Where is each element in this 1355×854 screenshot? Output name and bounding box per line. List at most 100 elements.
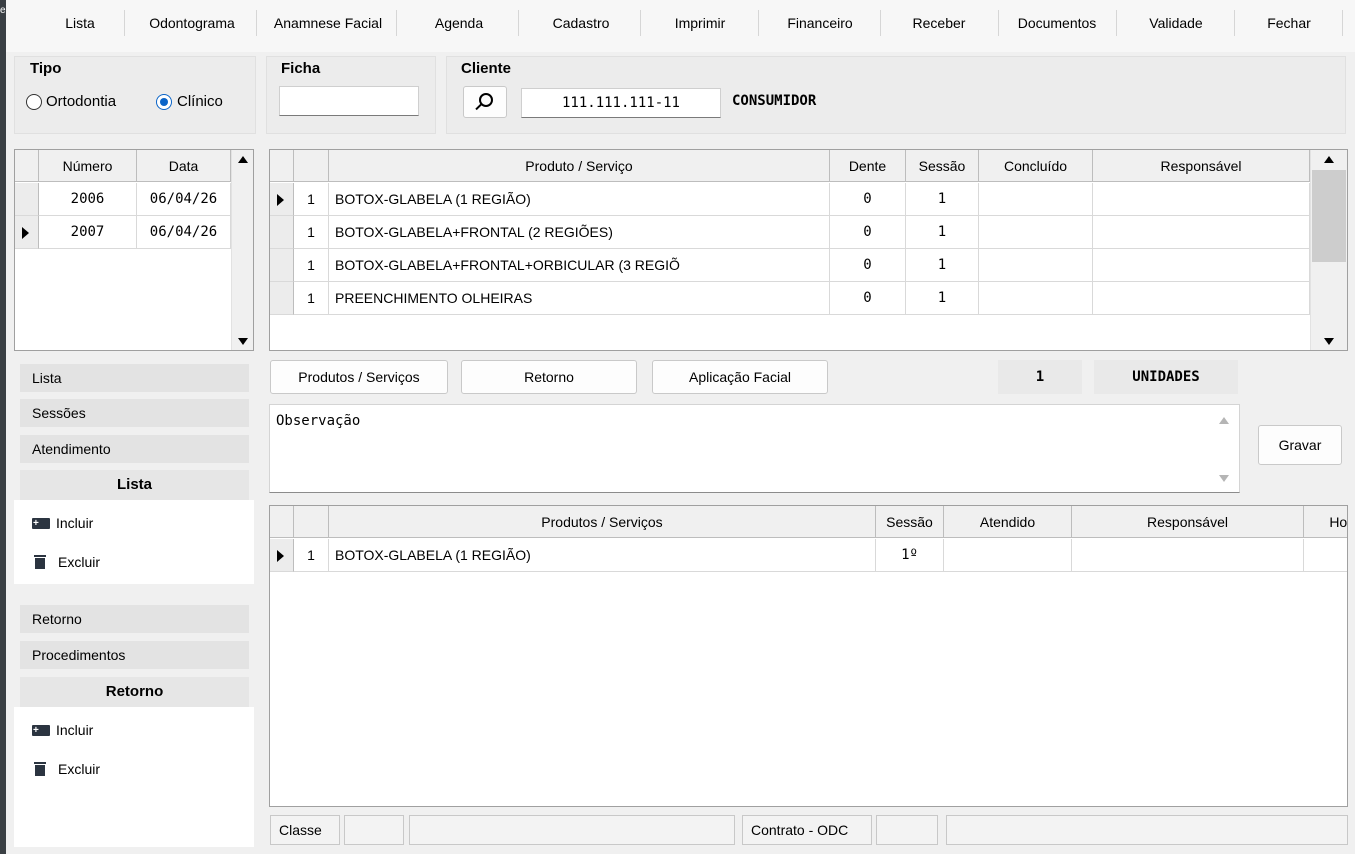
observacao-scrollbar[interactable] (1209, 405, 1239, 492)
col-concluido[interactable]: Concluído (979, 150, 1093, 182)
dente-cell[interactable]: 0 (830, 216, 906, 249)
cliente-search-button[interactable] (463, 86, 507, 118)
produto-cell[interactable]: BOTOX-GLABELA (1 REGIÃO) (329, 183, 830, 216)
menu-imprimir[interactable]: Imprimir (644, 8, 756, 38)
menu-documentos[interactable]: Documentos (1002, 8, 1112, 38)
scroll-up-icon[interactable] (232, 150, 253, 168)
responsavel-cell[interactable] (1093, 249, 1310, 282)
observacao-text[interactable]: Observação (276, 413, 360, 429)
menu-odontograma[interactable]: Odontograma (128, 8, 256, 38)
produto-cell[interactable]: PREENCHIMENTO OLHEIRAS (329, 282, 830, 315)
menu-validade[interactable]: Validade (1120, 8, 1232, 38)
status-contrato: Contrato - ODC (742, 815, 872, 845)
col-produtos-servicos[interactable]: Produtos / Serviços (329, 506, 876, 538)
menu-cadastro[interactable]: Cadastro (522, 8, 640, 38)
scroll-up-icon[interactable] (1311, 150, 1347, 168)
sessao-cell[interactable]: 1º (876, 539, 944, 572)
col-sessao[interactable]: Sessão (876, 506, 944, 538)
lista-excluir-action[interactable]: Excluir (32, 551, 100, 573)
excluir-label: Excluir (58, 761, 101, 777)
status-classe: Classe (270, 815, 340, 845)
menu-separator (518, 10, 519, 36)
col-produto[interactable]: Produto / Serviço (329, 150, 830, 182)
col-atendido[interactable]: Atendido (944, 506, 1072, 538)
produtos-scrollbar[interactable] (1310, 150, 1347, 350)
cliente-cpf-field[interactable]: 111.111.111-11 (521, 88, 721, 118)
window-edge: e (0, 0, 6, 854)
menu-separator (256, 10, 257, 36)
dente-cell[interactable]: 0 (830, 282, 906, 315)
produtos-grid: Produto / Serviço Dente Sessão Concluído… (269, 149, 1348, 351)
menu-lista[interactable]: Lista (36, 8, 124, 38)
qtd-cell[interactable]: 1 (294, 282, 329, 315)
row-indicator-current (270, 539, 294, 572)
sidebar-tab-procedimentos[interactable]: Procedimentos (20, 641, 249, 669)
col-responsavel[interactable]: Responsável (1093, 150, 1310, 182)
qtd-cell[interactable]: 1 (294, 216, 329, 249)
responsavel-cell[interactable] (1093, 282, 1310, 315)
menu-financeiro[interactable]: Financeiro (762, 8, 878, 38)
sidebar-tab-atendimento[interactable]: Atendimento (20, 435, 249, 463)
gravar-button[interactable]: Gravar (1258, 425, 1342, 465)
radio-clinico[interactable] (156, 94, 172, 110)
sidebar-tab-sessoes[interactable]: Sessões (20, 399, 249, 427)
hora-cell[interactable] (1304, 539, 1347, 572)
produto-cell[interactable]: BOTOX-GLABELA (1 REGIÃO) (329, 539, 876, 572)
sidebar-tab-lista[interactable]: Lista (20, 364, 249, 392)
scroll-up-icon[interactable] (1219, 417, 1229, 424)
ficha-data-cell[interactable]: 06/04/26 (137, 216, 231, 249)
col-numero[interactable]: Número (39, 150, 137, 182)
sessao-cell[interactable]: 1 (906, 282, 979, 315)
atendido-cell[interactable] (944, 539, 1072, 572)
lista-incluir-action[interactable]: Incluir (32, 512, 93, 534)
responsavel-cell[interactable] (1093, 183, 1310, 216)
col-dente[interactable]: Dente (830, 150, 906, 182)
col-hora[interactable]: Hora (1304, 506, 1347, 538)
responsavel-cell[interactable] (1072, 539, 1304, 572)
scroll-down-icon[interactable] (232, 332, 253, 350)
concluido-cell[interactable] (979, 216, 1093, 249)
ficha-numero-cell[interactable]: 2006 (39, 183, 137, 216)
menu-anamnese-facial[interactable]: Anamnese Facial (260, 8, 396, 38)
scroll-down-icon[interactable] (1311, 332, 1347, 350)
sessao-cell[interactable]: 1 (906, 183, 979, 216)
scroll-thumb[interactable] (1312, 170, 1346, 262)
retorno-button[interactable]: Retorno (461, 360, 637, 394)
menu-receber[interactable]: Receber (884, 8, 994, 38)
dente-cell[interactable]: 0 (830, 183, 906, 216)
col-responsavel[interactable]: Responsável (1072, 506, 1304, 538)
menu-bar: Lista Odontograma Anamnese Facial Agenda… (6, 0, 1355, 52)
produto-cell[interactable]: BOTOX-GLABELA+FRONTAL+ORBICULAR (3 REGIÕ (329, 249, 830, 282)
qtd-cell[interactable]: 1 (294, 539, 329, 572)
retorno-incluir-action[interactable]: Incluir (32, 719, 93, 741)
menu-agenda[interactable]: Agenda (402, 8, 516, 38)
produtos-servicos-button[interactable]: Produtos / Serviços (270, 360, 448, 394)
radio-ortodontia[interactable] (26, 94, 42, 110)
ficha-numero-cell[interactable]: 2007 (39, 216, 137, 249)
sidebar-tab-retorno[interactable]: Retorno (20, 605, 249, 633)
sessao-cell[interactable]: 1 (906, 216, 979, 249)
radio-ortodontia-label[interactable]: Ortodontia (46, 93, 116, 110)
qtd-cell[interactable]: 1 (294, 183, 329, 216)
col-sessao[interactable]: Sessão (906, 150, 979, 182)
responsavel-cell[interactable] (1093, 216, 1310, 249)
ficha-input[interactable] (279, 86, 419, 116)
status-field-1 (344, 815, 404, 845)
qtd-cell[interactable]: 1 (294, 249, 329, 282)
sessao-cell[interactable]: 1 (906, 249, 979, 282)
radio-clinico-label[interactable]: Clínico (177, 93, 223, 110)
col-data[interactable]: Data (137, 150, 231, 182)
observacao-textarea[interactable]: Observação (269, 404, 1240, 493)
concluido-cell[interactable] (979, 282, 1093, 315)
aplicacao-facial-button[interactable]: Aplicação Facial (652, 360, 828, 394)
concluido-cell[interactable] (979, 249, 1093, 282)
ficha-data-cell[interactable]: 06/04/26 (137, 183, 231, 216)
current-row-icon (277, 194, 284, 206)
concluido-cell[interactable] (979, 183, 1093, 216)
dente-cell[interactable]: 0 (830, 249, 906, 282)
produto-cell[interactable]: BOTOX-GLABELA+FRONTAL (2 REGIÕES) (329, 216, 830, 249)
retorno-excluir-action[interactable]: Excluir (32, 758, 100, 780)
fichas-scrollbar[interactable] (231, 150, 253, 350)
scroll-down-icon[interactable] (1219, 475, 1229, 482)
menu-fechar[interactable]: Fechar (1238, 8, 1340, 38)
